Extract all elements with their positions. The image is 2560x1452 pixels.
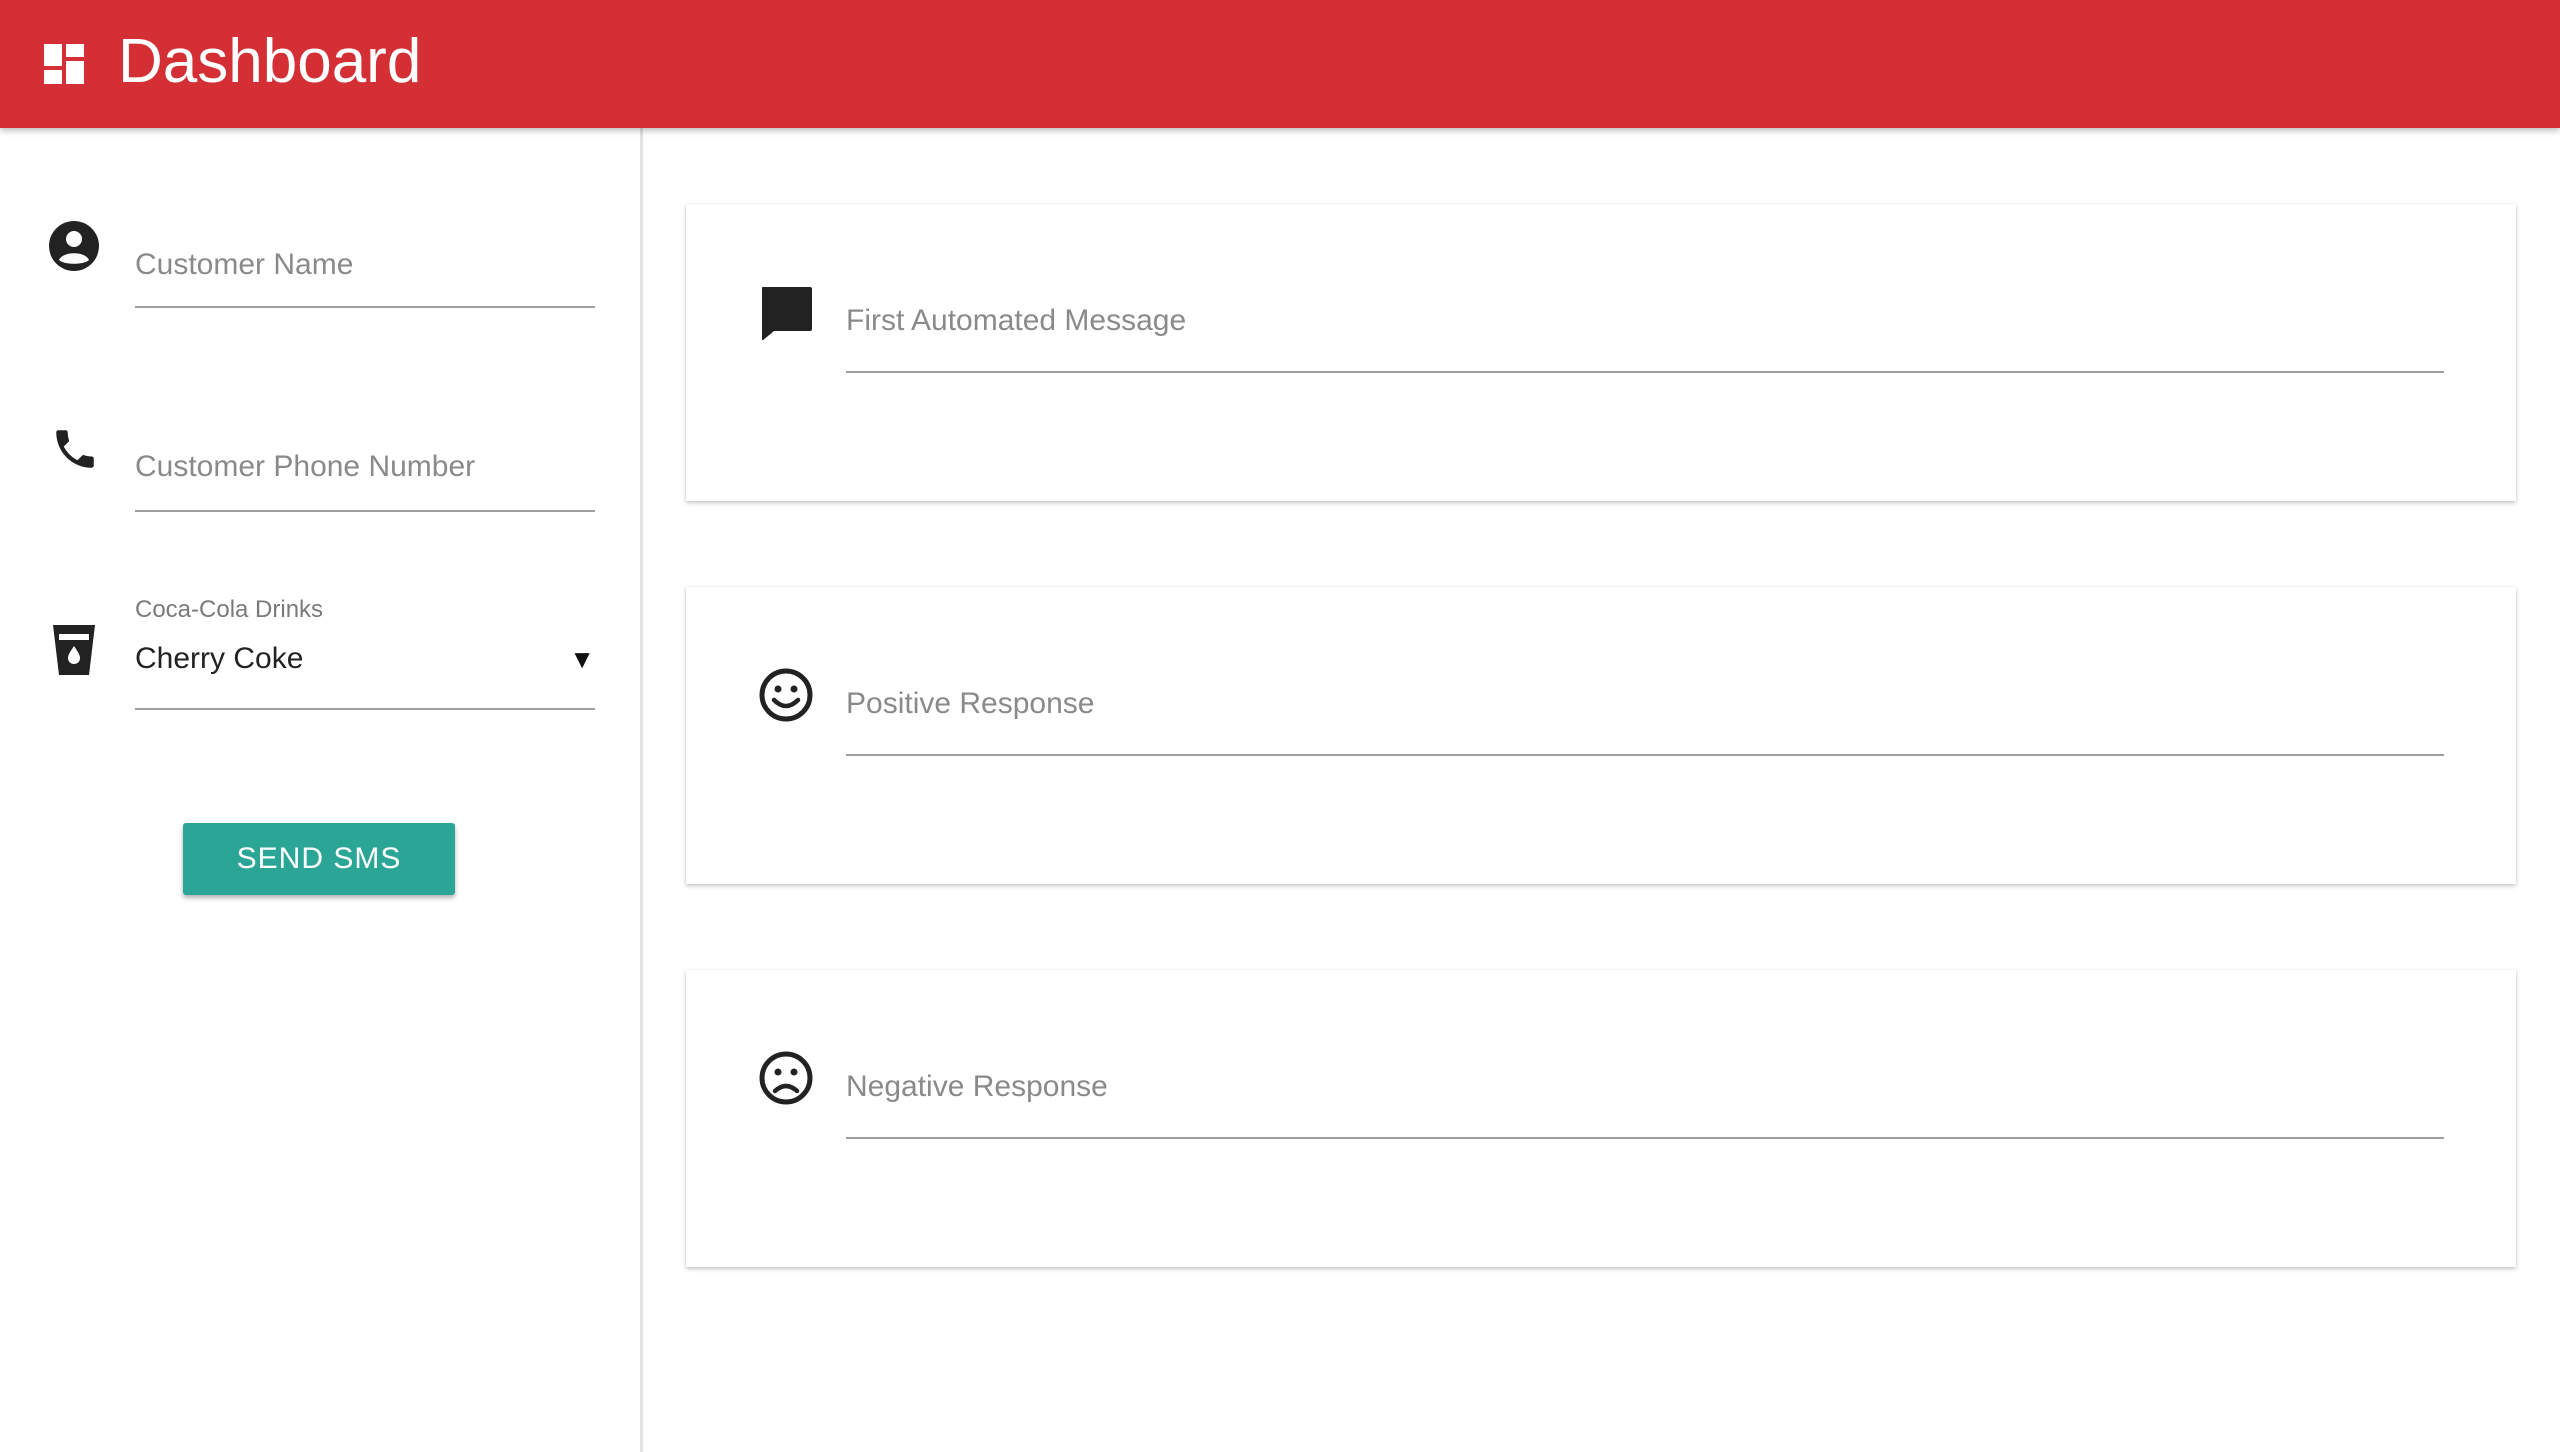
phone-icon [56, 430, 94, 468]
send-sms-button[interactable]: SEND SMS [183, 823, 455, 895]
sidebar-form: Customer Name Customer Phone Number Coca… [0, 128, 643, 1452]
positive-response-underline[interactable] [846, 754, 2444, 756]
first-message-underline[interactable] [846, 371, 2444, 373]
smiley-face-icon [759, 668, 813, 722]
first-message-placeholder: First Automated Message [846, 304, 1187, 337]
dashboard-icon [44, 44, 84, 84]
customer-phone-underline [135, 510, 595, 512]
drink-select-underline [135, 708, 595, 710]
drink-select[interactable]: Coca-Cola Drinks Cherry Coke ▼ [135, 596, 595, 724]
positive-response-placeholder: Positive Response [846, 687, 1095, 720]
negative-response-placeholder: Negative Response [846, 1070, 1108, 1103]
customer-name-placeholder: Customer Name [135, 248, 354, 281]
customer-phone-placeholder: Customer Phone Number [135, 450, 476, 483]
app-bar: Dashboard [0, 0, 2560, 128]
first-message-card: First Automated Message [686, 204, 2516, 501]
negative-response-underline[interactable] [846, 1137, 2444, 1139]
sad-face-icon [759, 1051, 813, 1105]
customer-phone-field[interactable]: Customer Phone Number [135, 430, 595, 520]
drink-select-label: Coca-Cola Drinks [135, 596, 324, 623]
chevron-down-icon[interactable]: ▼ [569, 644, 595, 675]
account-circle-icon [49, 221, 99, 271]
drink-select-value: Cherry Coke [135, 642, 304, 675]
chat-bubble-icon [762, 287, 812, 340]
customer-name-underline [135, 306, 595, 308]
customer-name-field[interactable]: Customer Name [135, 228, 595, 318]
drink-cup-icon [53, 625, 95, 675]
page-title: Dashboard [118, 27, 422, 96]
negative-response-card: Negative Response [686, 970, 2516, 1267]
positive-response-card: Positive Response [686, 587, 2516, 884]
